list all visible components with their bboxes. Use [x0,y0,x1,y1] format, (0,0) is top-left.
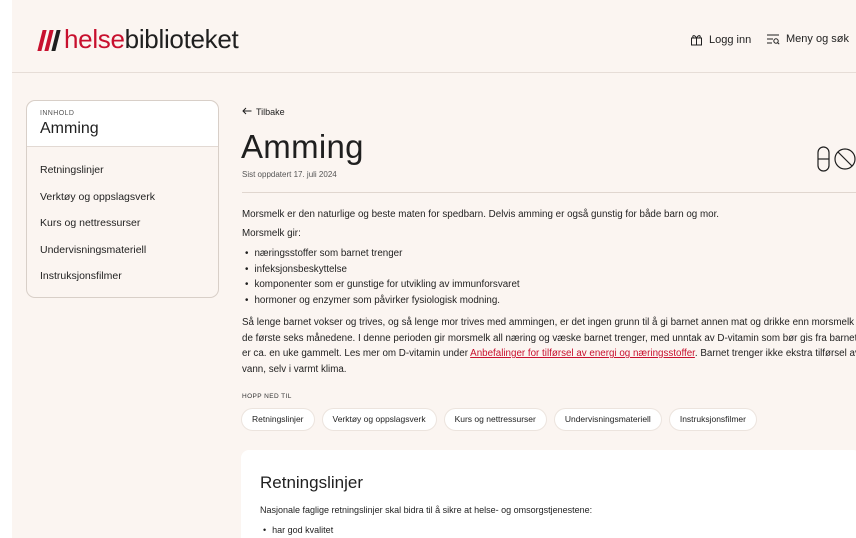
intro-paragraph: Morsmelk er den naturlige og beste maten… [242,209,720,220]
back-link[interactable]: Tilbake [242,107,285,117]
toc-item-retningslinjer[interactable]: Retningslinjer [27,157,218,184]
logo-mark-icon [37,29,61,51]
back-label: Tilbake [256,107,285,117]
section-card-retningslinjer: Retningslinjer Nasjonale faglige retning… [241,450,856,538]
jump-chips: Retningslinjer Verktøy og oppslagsverk K… [241,408,757,431]
body-paragraph: Så lenge barnet vokser og trives, og så … [242,315,856,377]
list-item: infeksjonsbeskyttelse [245,262,520,278]
chip-undervisning[interactable]: Undervisningsmateriell [553,408,662,431]
section-text: Nasjonale faglige retningslinjer skal bi… [260,505,593,515]
page-title: Amming [241,128,364,165]
logo-text-biblioteket: biblioteket [124,24,239,54]
benefits-list: næringsstoffer som barnet trenger infeks… [245,246,520,309]
chip-kurs[interactable]: Kurs og nettressurser [443,408,547,431]
toc-kicker: INNHOLD [40,110,75,117]
gift-icon [690,33,703,46]
list-item: har god kvalitet [263,525,333,535]
nutrition-recommendations-link[interactable]: Anbefalinger for tilførsel av energi og … [470,348,695,359]
chip-retningslinjer[interactable]: Retningslinjer [241,408,315,431]
menu-search-label: Meny og søk [786,33,849,45]
chip-instruksjonsfilmer[interactable]: Instruksjonsfilmer [668,408,757,431]
menu-search-icon [766,33,780,45]
list-item: komponenter som er gunstige for utviklin… [245,277,519,293]
toc-item-kurs[interactable]: Kurs og nettressurser [27,210,218,237]
page: helse biblioteket Logg inn Meny og søk I… [12,0,856,538]
toc-item-verktoy[interactable]: Verktøy og oppslagsverk [27,184,218,211]
site-header: helse biblioteket Logg inn Meny og søk [12,0,856,73]
section-title: Retningslinjer [260,473,363,492]
gives-label: Morsmelk gir: [242,228,301,239]
last-updated: Sist oppdatert 17. juli 2024 [242,170,337,179]
login-label: Logg inn [709,33,752,46]
pill-icon [817,144,856,179]
jump-to-label: HOPP NED TIL [242,393,292,400]
arrow-left-icon [242,107,252,117]
chip-verktoy[interactable]: Verktøy og oppslagsverk [321,408,437,431]
logo-text-helse: helse [64,24,125,54]
list-item: hormoner og enzymer som påvirker fysiolo… [245,293,520,309]
toc-item-instruksjonsfilmer[interactable]: Instruksjonsfilmer [27,263,218,290]
login-button[interactable]: Logg inn [690,33,751,46]
toc-list: Retningslinjer Verktøy og oppslagsverk K… [27,147,218,290]
toc-title: Amming [40,120,99,137]
table-of-contents: INNHOLD Amming Retningslinjer Verktøy og… [26,100,219,298]
toc-item-undervisning[interactable]: Undervisningsmateriell [27,237,218,264]
toc-header: INNHOLD Amming [27,101,218,147]
menu-search-button[interactable]: Meny og søk [766,33,849,45]
site-logo[interactable]: helse biblioteket [37,24,239,55]
title-divider [242,192,856,193]
list-item: næringsstoffer som barnet trenger [245,246,520,262]
